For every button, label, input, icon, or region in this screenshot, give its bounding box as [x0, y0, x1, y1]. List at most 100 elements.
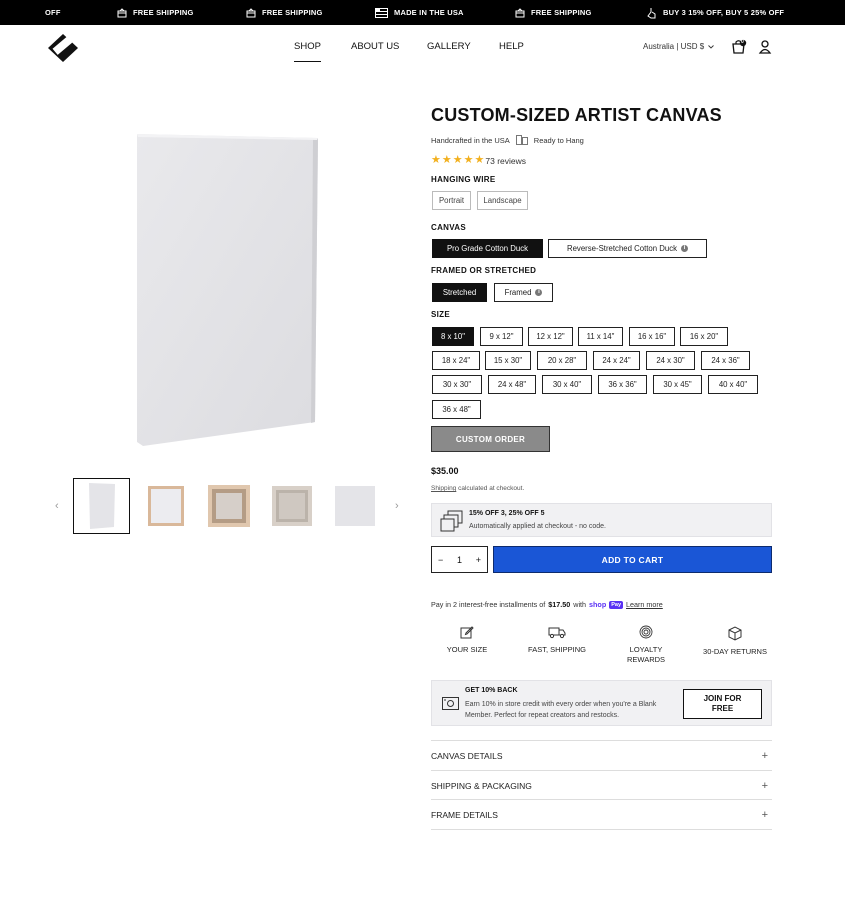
announcement-text: FREE SHIPPING: [531, 8, 592, 17]
bundle-promo: 15% OFF 3, 25% OFF 5 Automatically appli…: [431, 503, 772, 537]
size-option[interactable]: 24 x 48": [488, 375, 536, 394]
option-stretched[interactable]: Stretched: [432, 283, 487, 302]
option-pro-grade-cotton-duck[interactable]: Pro Grade Cotton Duck: [432, 239, 543, 258]
product-rating[interactable]: ★ ★ ★ ★ ★ 73 reviews: [431, 155, 526, 166]
shipping-link[interactable]: Shipping: [431, 485, 456, 492]
gift-icon: [515, 7, 525, 17]
size-option[interactable]: 18 x 24": [432, 351, 480, 370]
feature-loyalty-rewards: LOYALTY REWARDS: [601, 625, 691, 665]
fingerprint-icon: [639, 625, 653, 639]
accordion-label: CANVAS DETAILS: [431, 750, 503, 761]
add-to-cart-button[interactable]: ADD TO CART: [493, 546, 772, 573]
nav-shop[interactable]: SHOP: [294, 41, 321, 62]
qty-increase-button[interactable]: +: [476, 555, 481, 565]
rewards-title: GET 10% BACK: [465, 687, 518, 694]
accordion-label: SHIPPING & PACKAGING: [431, 780, 532, 791]
size-option[interactable]: 24 x 36": [701, 351, 750, 370]
announcement-text: FREE SHIPPING: [133, 8, 194, 17]
thumbnail-frame-back[interactable]: [263, 478, 320, 534]
accordion-shipping-packaging[interactable]: SHIPPING & PACKAGING +: [431, 770, 772, 800]
size-option[interactable]: 24 x 30": [646, 351, 695, 370]
size-option[interactable]: 15 x 30": [485, 351, 531, 370]
size-label: SIZE: [431, 310, 450, 319]
framed-stretched-label: FRAMED OR STRETCHED: [431, 266, 537, 275]
cart-button[interactable]: 0: [731, 39, 747, 55]
hanging-frame-icon: [515, 135, 528, 145]
shipping-note-text: calculated at checkout.: [458, 485, 525, 492]
plus-icon: +: [761, 808, 768, 821]
learn-more-link[interactable]: Learn more: [626, 600, 663, 609]
site-header: SHOP ABOUT US GALLERY HELP Australia | U…: [0, 25, 845, 70]
announcement-item: FREE SHIPPING: [246, 0, 323, 25]
size-option[interactable]: 9 x 12": [480, 327, 523, 346]
thumbnail-canvas-flat[interactable]: [326, 478, 383, 534]
size-option[interactable]: 20 x 28": [537, 351, 587, 370]
accordion-canvas-details[interactable]: CANVAS DETAILS +: [431, 740, 772, 770]
size-option[interactable]: 16 x 16": [629, 327, 675, 346]
gift-icon: [117, 7, 127, 17]
qty-decrease-button[interactable]: −: [438, 555, 443, 565]
star-icon: ★: [431, 154, 441, 166]
size-option[interactable]: 30 x 45": [653, 375, 702, 394]
nav-about-us[interactable]: ABOUT US: [351, 41, 399, 52]
option-landscape[interactable]: Landscape: [477, 191, 528, 210]
star-icon: ★: [463, 154, 474, 166]
option-reverse-stretched-label: Reverse-Stretched Cotton Duck: [566, 244, 678, 253]
locale-selector[interactable]: Australia | USD $: [643, 42, 715, 51]
option-framed[interactable]: Framed i: [494, 283, 553, 302]
nav-help[interactable]: HELP: [499, 41, 524, 52]
size-option[interactable]: 16 x 20": [680, 327, 728, 346]
size-option[interactable]: 30 x 30": [432, 375, 482, 394]
join-for-free-button[interactable]: JOIN FOR FREE: [683, 689, 762, 719]
size-option[interactable]: 36 x 48": [432, 400, 481, 419]
feature-label: LOYALTY REWARDS: [626, 645, 666, 664]
thumbnail-canvas-front[interactable]: [73, 478, 130, 534]
thumbnail-frame-oak[interactable]: [137, 478, 194, 534]
shipping-note: Shipping calculated at checkout.: [431, 485, 524, 492]
thumb-prev-button[interactable]: ‹: [55, 500, 59, 512]
rewards-text: Earn 10% in store credit with every orde…: [465, 701, 657, 719]
accordion-frame-details[interactable]: FRAME DETAILS +: [431, 799, 772, 829]
size-option[interactable]: 8 x 10": [432, 327, 474, 346]
option-portrait[interactable]: Portrait: [432, 191, 471, 210]
thumbnail-frame-walnut[interactable]: [200, 478, 257, 534]
info-icon[interactable]: i: [681, 245, 689, 252]
thumbnail-carousel: ‹ ›: [55, 478, 405, 534]
qty-value[interactable]: 1: [457, 555, 462, 565]
accordion-divider: [431, 829, 772, 830]
size-option[interactable]: 36 x 36": [598, 375, 647, 394]
announcement-item: FREE SHIPPING: [515, 0, 592, 25]
announcement-bar: OFF FREE SHIPPING FREE SHIPPING MADE IN …: [0, 0, 845, 25]
size-option[interactable]: 24 x 24": [593, 351, 640, 370]
thumb-next-button[interactable]: ›: [395, 500, 399, 512]
join-label: JOIN FOR FREE: [703, 694, 742, 713]
size-option[interactable]: 40 x 40": [708, 375, 758, 394]
product-title: CUSTOM-SIZED ARTIST CANVAS: [431, 105, 722, 125]
size-option[interactable]: 11 x 14": [578, 327, 623, 346]
announcement-cut-label: OFF: [45, 8, 61, 17]
flag-icon: [375, 7, 388, 18]
product-price: $35.00: [431, 466, 459, 476]
cart-icon: [732, 39, 747, 54]
truck-icon: [548, 627, 566, 639]
promo-title: 15% OFF 3, 25% OFF 5: [469, 510, 545, 517]
logo-icon: [48, 34, 78, 62]
nav-gallery[interactable]: GALLERY: [427, 41, 471, 52]
star-icon: ★: [441, 154, 452, 166]
installments-text: Pay in 2 interest-free installments of: [431, 600, 546, 609]
size-option[interactable]: 30 x 40": [542, 375, 592, 394]
custom-order-button[interactable]: CUSTOM ORDER: [431, 426, 550, 452]
announcement-text: MADE IN THE USA: [394, 8, 464, 17]
feature-label: YOUR SIZE: [446, 645, 488, 654]
feature-fast-shipping: FAST, SHIPPING: [512, 625, 602, 655]
option-framed-label: Framed: [504, 288, 532, 297]
size-option[interactable]: 12 x 12": [528, 327, 573, 346]
hanging-wire-label: HANGING WIRE: [431, 175, 496, 184]
option-reverse-stretched-cotton-duck[interactable]: Reverse-Stretched Cotton Duck i: [548, 239, 707, 258]
stacked-canvas-icon: [440, 510, 463, 532]
canvas-label: CANVAS: [431, 223, 466, 232]
brand-logo[interactable]: [47, 33, 80, 63]
installments-amount: $17.50: [548, 600, 571, 609]
info-icon[interactable]: i: [535, 289, 543, 296]
account-button[interactable]: [757, 39, 773, 55]
